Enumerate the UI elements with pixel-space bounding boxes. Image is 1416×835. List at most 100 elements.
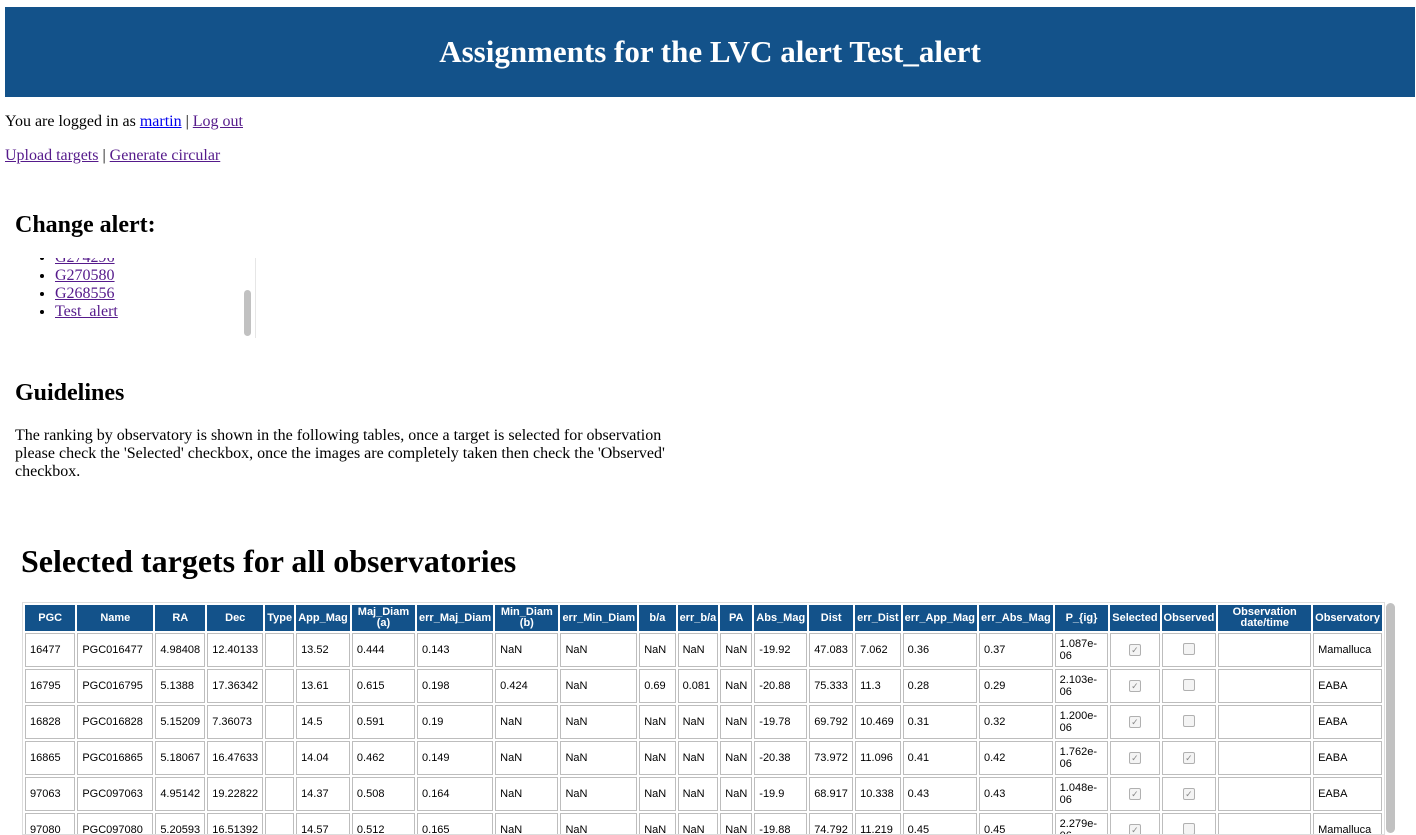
observed-cell <box>1161 669 1217 703</box>
selected-checkbox[interactable]: ✓ <box>1128 824 1141 834</box>
alert-link[interactable]: G274296 <box>55 258 115 266</box>
table-cell: NaN <box>720 813 753 834</box>
selected-cell: ✓ <box>1110 633 1160 667</box>
table-cell: 1.048e-06 <box>1054 777 1109 811</box>
table-cell: 0.462 <box>351 741 416 775</box>
table-cell: 0.41 <box>902 741 977 775</box>
column-header: Abs_Mag <box>754 605 808 631</box>
alert-link[interactable]: Test_alert <box>55 303 118 320</box>
table-cell: PGC097063 <box>77 777 154 811</box>
alert-list-item: G270580 <box>55 267 255 285</box>
page-title: Assignments for the LVC alert Test_alert <box>439 34 981 69</box>
observatory-cell: EABA <box>1313 669 1382 703</box>
selected-checkbox[interactable]: ✓ <box>1128 752 1141 764</box>
selected-checkbox[interactable]: ✓ <box>1128 644 1141 656</box>
observation-date-cell[interactable] <box>1218 813 1312 834</box>
observed-checkbox[interactable] <box>1182 714 1195 727</box>
column-header: App_Mag <box>296 605 350 631</box>
selected-checkbox[interactable]: ✓ <box>1128 680 1141 692</box>
observatory-cell: Mamalluca <box>1313 633 1382 667</box>
page-header: Assignments for the LVC alert Test_alert <box>5 7 1415 97</box>
table-cell: 0.32 <box>978 705 1053 739</box>
page-scrollbar[interactable] <box>1386 603 1395 833</box>
observatory-cell: EABA <box>1313 777 1382 811</box>
table-cell: 1.762e-06 <box>1054 741 1109 775</box>
table-cell: NaN <box>677 741 719 775</box>
table-cell: 16795 <box>25 669 76 703</box>
table-cell: 68.917 <box>809 777 854 811</box>
table-cell: NaN <box>720 741 753 775</box>
column-header: Observed <box>1161 605 1217 631</box>
observatory-cell: Mamalluca <box>1313 813 1382 834</box>
table-cell: NaN <box>495 705 559 739</box>
selected-cell: ✓ <box>1110 669 1160 703</box>
alert-list-scrollbar[interactable] <box>244 290 251 336</box>
column-header: RA <box>155 605 206 631</box>
alert-link[interactable]: G270580 <box>55 267 115 284</box>
table-row: 97080 PGC097080 5.20593 16.51392 14.57 0.512 0… <box>25 813 1382 834</box>
observation-date-cell[interactable] <box>1218 633 1312 667</box>
targets-table: PGC Name RA Dec Type App_Mag Maj_Diam (a) err_M… <box>23 603 1384 834</box>
table-cell: 0.19 <box>417 705 494 739</box>
column-header: err_Maj_Diam <box>417 605 494 631</box>
column-header: Selected <box>1110 605 1160 631</box>
selected-checkbox[interactable]: ✓ <box>1128 716 1141 728</box>
observation-date-cell[interactable] <box>1218 741 1312 775</box>
column-header: err_Min_Diam <box>560 605 638 631</box>
column-header: Dist <box>809 605 854 631</box>
observed-checkbox[interactable]: ✓ <box>1182 752 1195 764</box>
table-cell: NaN <box>677 813 719 834</box>
table-cell: 73.972 <box>809 741 854 775</box>
guidelines-text: The ranking by observatory is shown in t… <box>15 427 665 480</box>
column-header: err_Abs_Mag <box>978 605 1053 631</box>
observatory-cell: EABA <box>1313 705 1382 739</box>
generate-circular-link[interactable]: Generate circular <box>110 147 221 164</box>
column-header: Dec <box>207 605 264 631</box>
table-cell: 13.61 <box>296 669 350 703</box>
observed-checkbox[interactable] <box>1182 642 1195 655</box>
table-row: 16865 PGC016865 5.18067 16.47633 14.04 0.462 0… <box>25 741 1382 775</box>
table-cell: 14.04 <box>296 741 350 775</box>
table-cell: NaN <box>495 741 559 775</box>
observed-checkbox[interactable]: ✓ <box>1182 788 1195 800</box>
observation-date-cell[interactable] <box>1218 777 1312 811</box>
table-cell: NaN <box>639 813 676 834</box>
table-cell: 0.28 <box>902 669 977 703</box>
table-cell: NaN <box>560 633 638 667</box>
observation-date-cell[interactable] <box>1218 669 1312 703</box>
table-cell: NaN <box>495 777 559 811</box>
user-link[interactable]: martin <box>140 113 182 130</box>
targets-table-container: PGC Name RA Dec Type App_Mag Maj_Diam (a) err_M… <box>22 602 1385 835</box>
table-cell: NaN <box>720 777 753 811</box>
table-cell: 0.424 <box>495 669 559 703</box>
column-header: b/a <box>639 605 676 631</box>
upload-targets-link[interactable]: Upload targets <box>5 147 98 164</box>
alert-link[interactable]: G268556 <box>55 285 115 302</box>
table-cell: -19.88 <box>754 813 808 834</box>
table-cell: 7.062 <box>855 633 901 667</box>
observed-checkbox[interactable] <box>1182 678 1195 691</box>
column-header: Maj_Diam (a) <box>351 605 416 631</box>
table-cell: 0.43 <box>978 777 1053 811</box>
column-header: Observatory <box>1313 605 1382 631</box>
table-cell: 1.087e-06 <box>1054 633 1109 667</box>
column-header: err_App_Mag <box>902 605 977 631</box>
observed-cell <box>1161 633 1217 667</box>
guidelines-heading: Guidelines <box>15 380 125 406</box>
logout-link[interactable]: Log out <box>193 113 243 130</box>
table-cell: 0.45 <box>902 813 977 834</box>
table-cell: 97080 <box>25 813 76 834</box>
selected-cell: ✓ <box>1110 741 1160 775</box>
observation-date-cell[interactable] <box>1218 705 1312 739</box>
table-cell: 16.51392 <box>207 813 264 834</box>
table-cell: -19.92 <box>754 633 808 667</box>
column-header: Type <box>265 605 295 631</box>
selected-checkbox[interactable]: ✓ <box>1128 788 1141 800</box>
table-cell: PGC016477 <box>77 633 154 667</box>
change-alert-heading: Change alert: <box>15 212 156 238</box>
table-cell: 19.22822 <box>207 777 264 811</box>
table-cell <box>265 669 295 703</box>
observed-cell <box>1161 705 1217 739</box>
alert-list[interactable]: G274296G270580G268556Test_alert <box>15 258 256 338</box>
table-cell: 0.36 <box>902 633 977 667</box>
